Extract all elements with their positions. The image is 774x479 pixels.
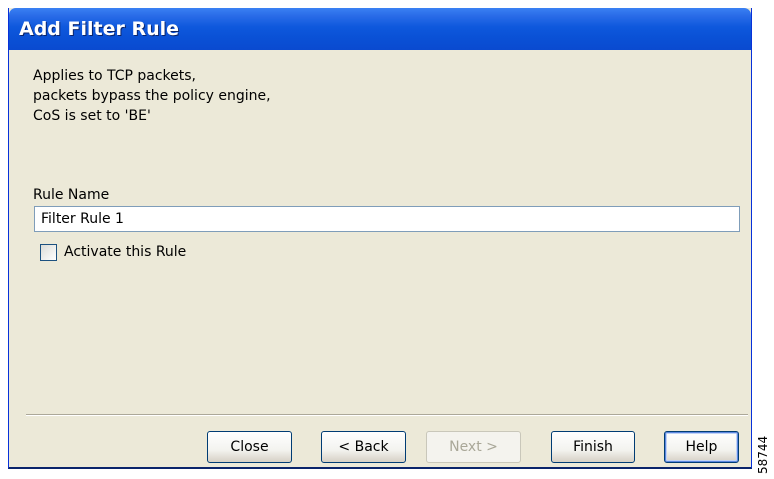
activate-rule-label: Activate this Rule [64, 244, 187, 260]
next-button[interactable]: Next > [426, 431, 521, 463]
rule-name-label: Rule Name [33, 187, 110, 203]
figure-number: 58744 [756, 435, 770, 474]
activate-rule-checkbox-row[interactable]: Activate this Rule [40, 242, 186, 262]
rule-description: Applies to TCP packets, packets bypass t… [33, 66, 271, 126]
finish-button[interactable]: Finish [551, 431, 635, 463]
back-button[interactable]: < Back [321, 431, 406, 463]
description-line: packets bypass the policy engine, [33, 88, 271, 104]
help-button[interactable]: Help [664, 431, 739, 463]
description-line: CoS is set to 'BE' [33, 108, 151, 124]
rule-name-input[interactable] [34, 206, 740, 232]
close-button[interactable]: Close [207, 431, 292, 463]
description-line: Applies to TCP packets, [33, 68, 197, 84]
title-bar[interactable]: Add Filter Rule [9, 8, 751, 50]
dialog-title: Add Filter Rule [19, 18, 180, 40]
add-filter-rule-dialog: Add Filter Rule Applies to TCP packets, … [8, 8, 752, 469]
activate-rule-checkbox[interactable] [40, 243, 57, 261]
button-separator [26, 414, 748, 416]
